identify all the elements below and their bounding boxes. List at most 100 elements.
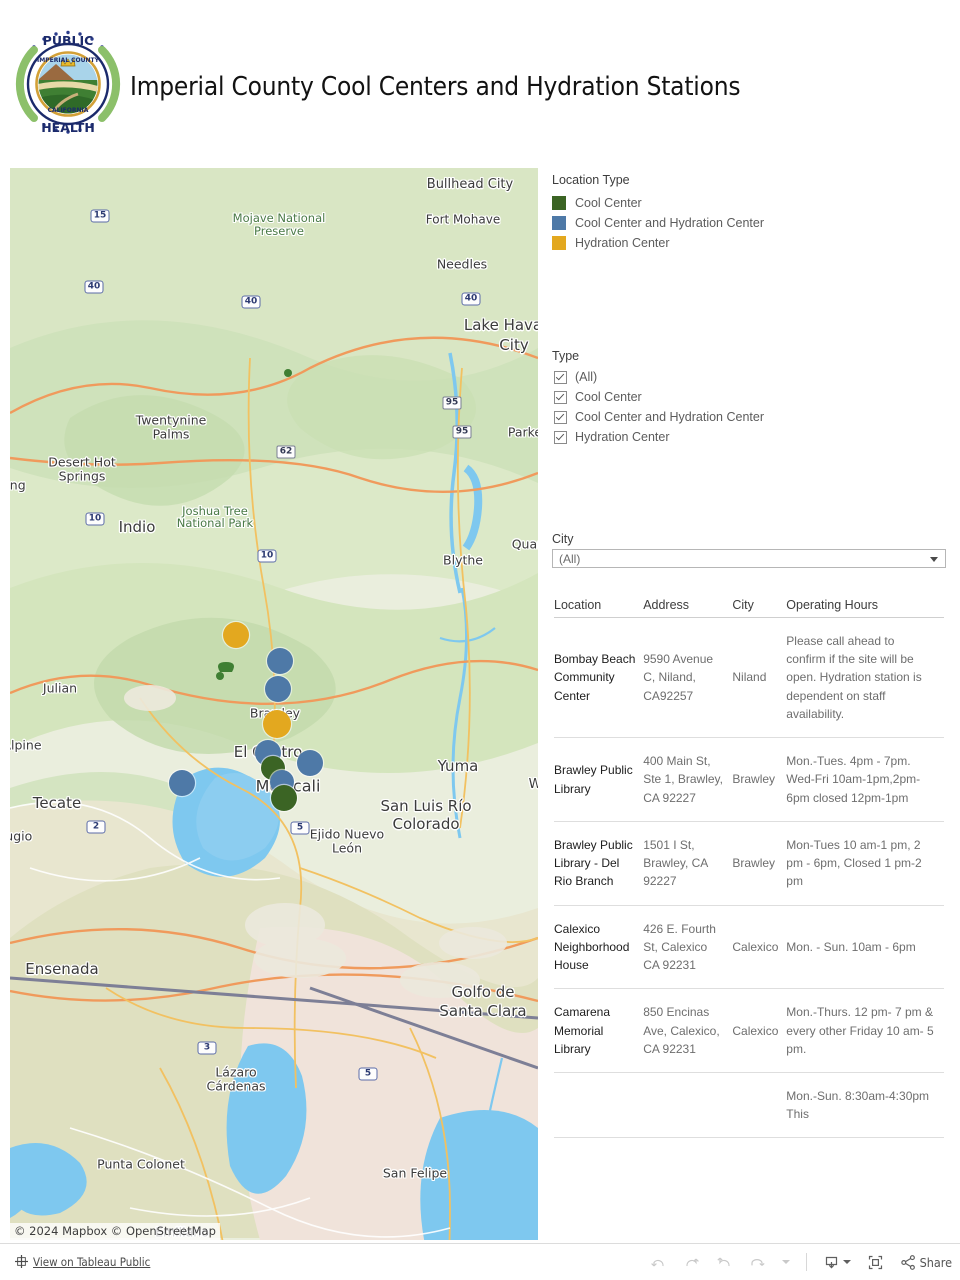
map-place-label: City	[499, 336, 529, 355]
legend-item-label: Hydration Center	[575, 236, 670, 250]
column-header[interactable]: City	[732, 598, 787, 618]
city-filter-value: (All)	[559, 552, 581, 566]
column-header[interactable]: Address	[643, 598, 733, 618]
toolbar-divider	[805, 1253, 807, 1271]
undo-button[interactable]	[650, 1254, 667, 1271]
type-filter-title: Type	[552, 349, 580, 363]
cell-hours: Mon.-Thurs. 12 pm- 7 pm & every other Fr…	[786, 988, 944, 1073]
checkbox-icon[interactable]	[554, 390, 567, 404]
controls-panel: Location Type Cool Center Cool Center and…	[548, 168, 952, 1139]
map-place-label: National Park	[176, 515, 254, 530]
toolbar-overflow-menu[interactable]	[781, 1260, 790, 1264]
svg-text:PUBLIC: PUBLIC	[43, 33, 94, 48]
map-place-label: Parke	[507, 424, 538, 440]
chevron-down-icon	[930, 557, 938, 562]
cell-location: Camarena Memorial Library	[554, 988, 644, 1073]
highway-shield-icon: 40	[461, 292, 481, 306]
table-row[interactable]: Camarena Memorial Library 850 Encinas Ave…	[554, 988, 944, 1073]
svg-text:HEALTH: HEALTH	[41, 120, 95, 135]
map-place-label: Cárdenas	[206, 1078, 266, 1094]
legend-item[interactable]: Hydration Center	[552, 233, 952, 253]
type-filter-option[interactable]: Cool Center	[554, 387, 952, 407]
tableau-logo-icon	[14, 1254, 29, 1269]
column-header[interactable]: Location	[554, 598, 644, 618]
table-row[interactable]: Calexico Neighborhood House 426 E. Fourth…	[554, 905, 944, 990]
checkbox-icon[interactable]	[554, 410, 567, 424]
highway-shield-icon: 40	[241, 295, 261, 309]
table-row[interactable]: Brawley Public Library - Del Rio Branch 1…	[554, 821, 944, 906]
map-place-label: Mojave National	[232, 210, 326, 225]
locations-table: Location Address City Operating Hours Bomba…	[554, 598, 944, 1139]
map-marker[interactable]	[263, 710, 291, 738]
type-filter-option[interactable]: Cool Center and Hydration Center	[554, 407, 952, 427]
checkbox-icon[interactable]	[554, 370, 567, 384]
cell-hours: Please call ahead to confirm if the site…	[786, 617, 944, 739]
highway-shield-icon: 3	[197, 1041, 217, 1055]
map-place-label: Lake Hava	[463, 316, 538, 335]
map-place-label: Needles	[436, 256, 488, 272]
city-filter-label: City	[552, 532, 574, 546]
legend-item[interactable]: Cool Center and Hydration Center	[552, 213, 952, 233]
map-place-label: Palms	[152, 426, 190, 442]
map-marker[interactable]	[297, 750, 323, 776]
type-filter-label: Hydration Center	[575, 430, 670, 444]
highway-shield-icon: 95	[452, 425, 472, 439]
legend-list: Cool Center Cool Center and Hydration Cen…	[548, 193, 952, 253]
legend-item-label: Cool Center	[575, 196, 642, 210]
highway-shield-icon: 15	[90, 209, 110, 223]
cell-hours: Mon-Tues 10 am-1 pm, 2 pm - 6pm, Closed …	[786, 821, 944, 906]
table-row[interactable]: Mon.-Sun. 8:30am-4:30pm This	[554, 1072, 944, 1139]
map-place-label: Twentynine	[135, 412, 207, 428]
map-place-label: Quar	[511, 536, 538, 552]
highway-shield-icon: 10	[85, 512, 105, 526]
map-place-label: Indio	[118, 518, 156, 537]
map-place-label: W	[528, 777, 538, 793]
table-row[interactable]: Bombay Beach Community Center 9590 Avenue…	[554, 617, 944, 739]
cell-city	[732, 1072, 787, 1139]
cell-city: Calexico	[732, 988, 787, 1073]
svg-text:CALIFORNIA: CALIFORNIA	[48, 107, 89, 114]
redo-button[interactable]	[683, 1254, 700, 1271]
map-place-label: Lázaro	[215, 1064, 257, 1080]
cell-city: Calexico	[732, 905, 787, 990]
legend-title: Location Type	[552, 173, 630, 187]
column-header[interactable]: Operating Hours	[786, 598, 944, 618]
map-place-label: Santa Clara	[439, 1002, 527, 1021]
revert-button[interactable]	[716, 1254, 733, 1271]
map-marker[interactable]	[223, 622, 249, 648]
map-marker[interactable]	[169, 770, 195, 796]
map-place-label: Fort Mohave	[425, 212, 501, 227]
legend-item[interactable]: Cool Center	[552, 193, 952, 213]
map-marker[interactable]	[265, 676, 291, 702]
cell-address: 850 Encinas Ave, Calexico, CA 92231	[643, 988, 733, 1073]
cell-location: Brawley Public Library	[554, 737, 644, 822]
type-filter-list[interactable]: (All) Cool Center Cool Center and Hydratio…	[548, 367, 952, 447]
type-filter-label: Cool Center and Hydration Center	[575, 410, 764, 424]
cell-address: 400 Main St, Ste 1, Brawley, CA 92227	[643, 737, 733, 822]
download-button[interactable]	[823, 1254, 851, 1271]
highway-shield-icon: 10	[257, 549, 277, 563]
fullscreen-button[interactable]	[867, 1254, 884, 1271]
map-place-label: Ejido Nuevo	[309, 826, 385, 842]
legend-color-swatch	[552, 236, 566, 250]
type-filter-option[interactable]: Hydration Center	[554, 427, 952, 447]
map-place-label: Ensenada	[25, 960, 99, 979]
map-place-label: Golfo de	[451, 983, 515, 1002]
map-marker[interactable]	[271, 785, 297, 811]
map-marker[interactable]	[267, 648, 293, 674]
map-place-label: Tecate	[32, 794, 82, 813]
table-header-row: Location Address City Operating Hours	[554, 598, 944, 618]
svg-text:IMPERIAL COUNTY: IMPERIAL COUNTY	[37, 57, 100, 64]
table-row[interactable]: Brawley Public Library 400 Main St, Ste 1…	[554, 737, 944, 822]
city-filter-dropdown[interactable]: (All)	[552, 549, 946, 568]
checkbox-icon[interactable]	[554, 430, 567, 444]
type-filter-option[interactable]: (All)	[554, 367, 952, 387]
view-on-tableau-public-link[interactable]: View on Tableau Public	[33, 1255, 150, 1269]
cell-hours: Mon. - Sun. 10am - 6pm	[786, 905, 944, 990]
map-canvas[interactable]: Bullhead City Fort Mohave Needles Lake Hava…	[10, 168, 538, 1240]
refresh-button[interactable]	[749, 1254, 766, 1271]
cell-location: Bombay Beach Community Center	[554, 617, 644, 739]
cell-address: 9590 Avenue C, Niland, CA92257	[643, 617, 733, 739]
toolbar-actions: Share	[650, 1244, 952, 1280]
share-button[interactable]: Share	[900, 1254, 952, 1271]
